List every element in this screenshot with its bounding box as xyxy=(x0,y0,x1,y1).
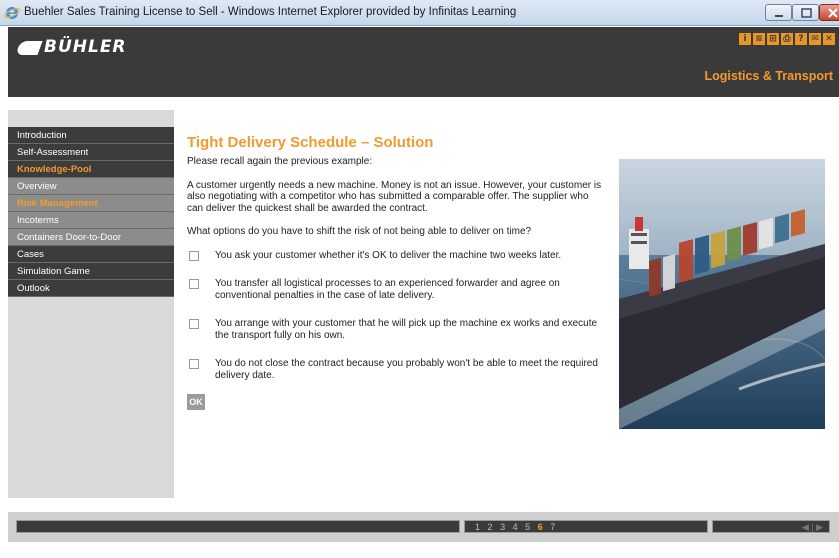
minimize-button[interactable] xyxy=(765,4,792,21)
answer-checkbox-2[interactable] xyxy=(189,279,199,289)
close-icon[interactable]: ✕ xyxy=(823,33,835,45)
info-icon[interactable]: i xyxy=(739,33,751,45)
close-window-button[interactable] xyxy=(819,4,839,21)
help-icon[interactable]: ? xyxy=(795,33,807,45)
scenario-text: A customer urgently needs a new machine.… xyxy=(187,179,602,214)
logo-swoosh xyxy=(15,41,43,55)
answer-option-3-label: You arrange with your customer that he w… xyxy=(215,318,598,341)
answer-checkbox-3[interactable] xyxy=(189,319,199,329)
logo-text: BÜHLER xyxy=(44,37,127,57)
intro-text: Please recall again the previous example… xyxy=(187,156,373,167)
page-link-3[interactable]: 3 xyxy=(500,522,505,532)
footer-bar: 1 2 3 4 5 6 7 ◀ | ▶ xyxy=(8,512,839,542)
answer-option-1[interactable]: You ask your customer whether it's OK to… xyxy=(187,250,607,262)
answer-checkbox-4[interactable] xyxy=(189,359,199,369)
page-link-7[interactable]: 7 xyxy=(550,522,555,532)
sidebar-item-simulation-game[interactable]: Simulation Game xyxy=(8,263,174,280)
sidebar-item-knowledge-pool[interactable]: Knowledge-Pool xyxy=(8,161,174,178)
answer-option-2[interactable]: You transfer all logistical processes to… xyxy=(187,278,607,301)
page-navigator: 1 2 3 4 5 6 7 xyxy=(464,520,708,533)
section-title: Logistics & Transport xyxy=(704,69,834,83)
answer-option-4-label: You do not close the contract because yo… xyxy=(215,358,598,381)
sidebar-item-risk-management[interactable]: Risk Management xyxy=(8,195,174,212)
page-link-4[interactable]: 4 xyxy=(513,522,518,532)
window-title: Buehler Sales Training License to Sell -… xyxy=(24,6,517,18)
answer-option-2-label: You transfer all logistical processes to… xyxy=(215,278,560,301)
answer-checkbox-1[interactable] xyxy=(189,250,199,261)
prev-next-arrows[interactable]: ◀ | ▶ xyxy=(802,521,823,533)
list-icon[interactable]: ≡ xyxy=(753,33,765,45)
answer-option-1-label: You ask your customer whether it's OK to… xyxy=(215,249,562,261)
internet-explorer-icon xyxy=(4,7,20,19)
page-link-2[interactable]: 2 xyxy=(488,522,493,532)
page-link-5[interactable]: 5 xyxy=(525,522,530,532)
maximize-button[interactable] xyxy=(792,4,819,21)
close-icon xyxy=(828,8,838,18)
main-content: Tight Delivery Schedule – Solution Pleas… xyxy=(187,134,607,410)
toolbar: i ≡ ⊞ ⎙ ? ✉ ✕ xyxy=(739,33,835,45)
page-title: Tight Delivery Schedule – Solution xyxy=(187,134,434,151)
progress-bar xyxy=(16,520,460,533)
sidebar-nav: Introduction Self-Assessment Knowledge-P… xyxy=(8,127,174,297)
sidebar-item-introduction[interactable]: Introduction xyxy=(8,127,174,144)
page-numbers: 1 2 3 4 5 6 7 xyxy=(475,521,560,533)
window-titlebar: Buehler Sales Training License to Sell -… xyxy=(0,0,839,26)
page-arrows-bar: ◀ | ▶ xyxy=(712,520,830,533)
page-link-current[interactable]: 6 xyxy=(538,522,543,532)
sidebar: Introduction Self-Assessment Knowledge-P… xyxy=(8,110,174,498)
container-ship-photo xyxy=(619,159,825,429)
sidebar-item-incoterms[interactable]: Incoterms xyxy=(8,212,174,229)
ok-button[interactable]: OK xyxy=(187,394,205,410)
print-icon[interactable]: ⎙ xyxy=(781,33,793,45)
maximize-icon xyxy=(801,8,812,18)
sidebar-item-cases[interactable]: Cases xyxy=(8,246,174,263)
sidebar-item-containers[interactable]: Containers Door-to-Door xyxy=(8,229,174,246)
sidebar-item-self-assessment[interactable]: Self-Assessment xyxy=(8,144,174,161)
answer-option-4[interactable]: You do not close the contract because yo… xyxy=(187,358,607,381)
answer-option-3[interactable]: You arrange with your customer that he w… xyxy=(187,318,607,341)
sidebar-item-overview[interactable]: Overview xyxy=(8,178,174,195)
minimize-icon xyxy=(775,15,783,17)
page-link-1[interactable]: 1 xyxy=(475,522,480,532)
sitemap-icon[interactable]: ⊞ xyxy=(767,33,779,45)
sidebar-item-outlook[interactable]: Outlook xyxy=(8,280,174,297)
question-text: What options do you have to shift the ri… xyxy=(187,226,532,237)
app-header: BÜHLER i ≡ ⊞ ⎙ ? ✉ ✕ Logistics & Transpo… xyxy=(8,27,839,97)
mail-icon[interactable]: ✉ xyxy=(809,33,821,45)
